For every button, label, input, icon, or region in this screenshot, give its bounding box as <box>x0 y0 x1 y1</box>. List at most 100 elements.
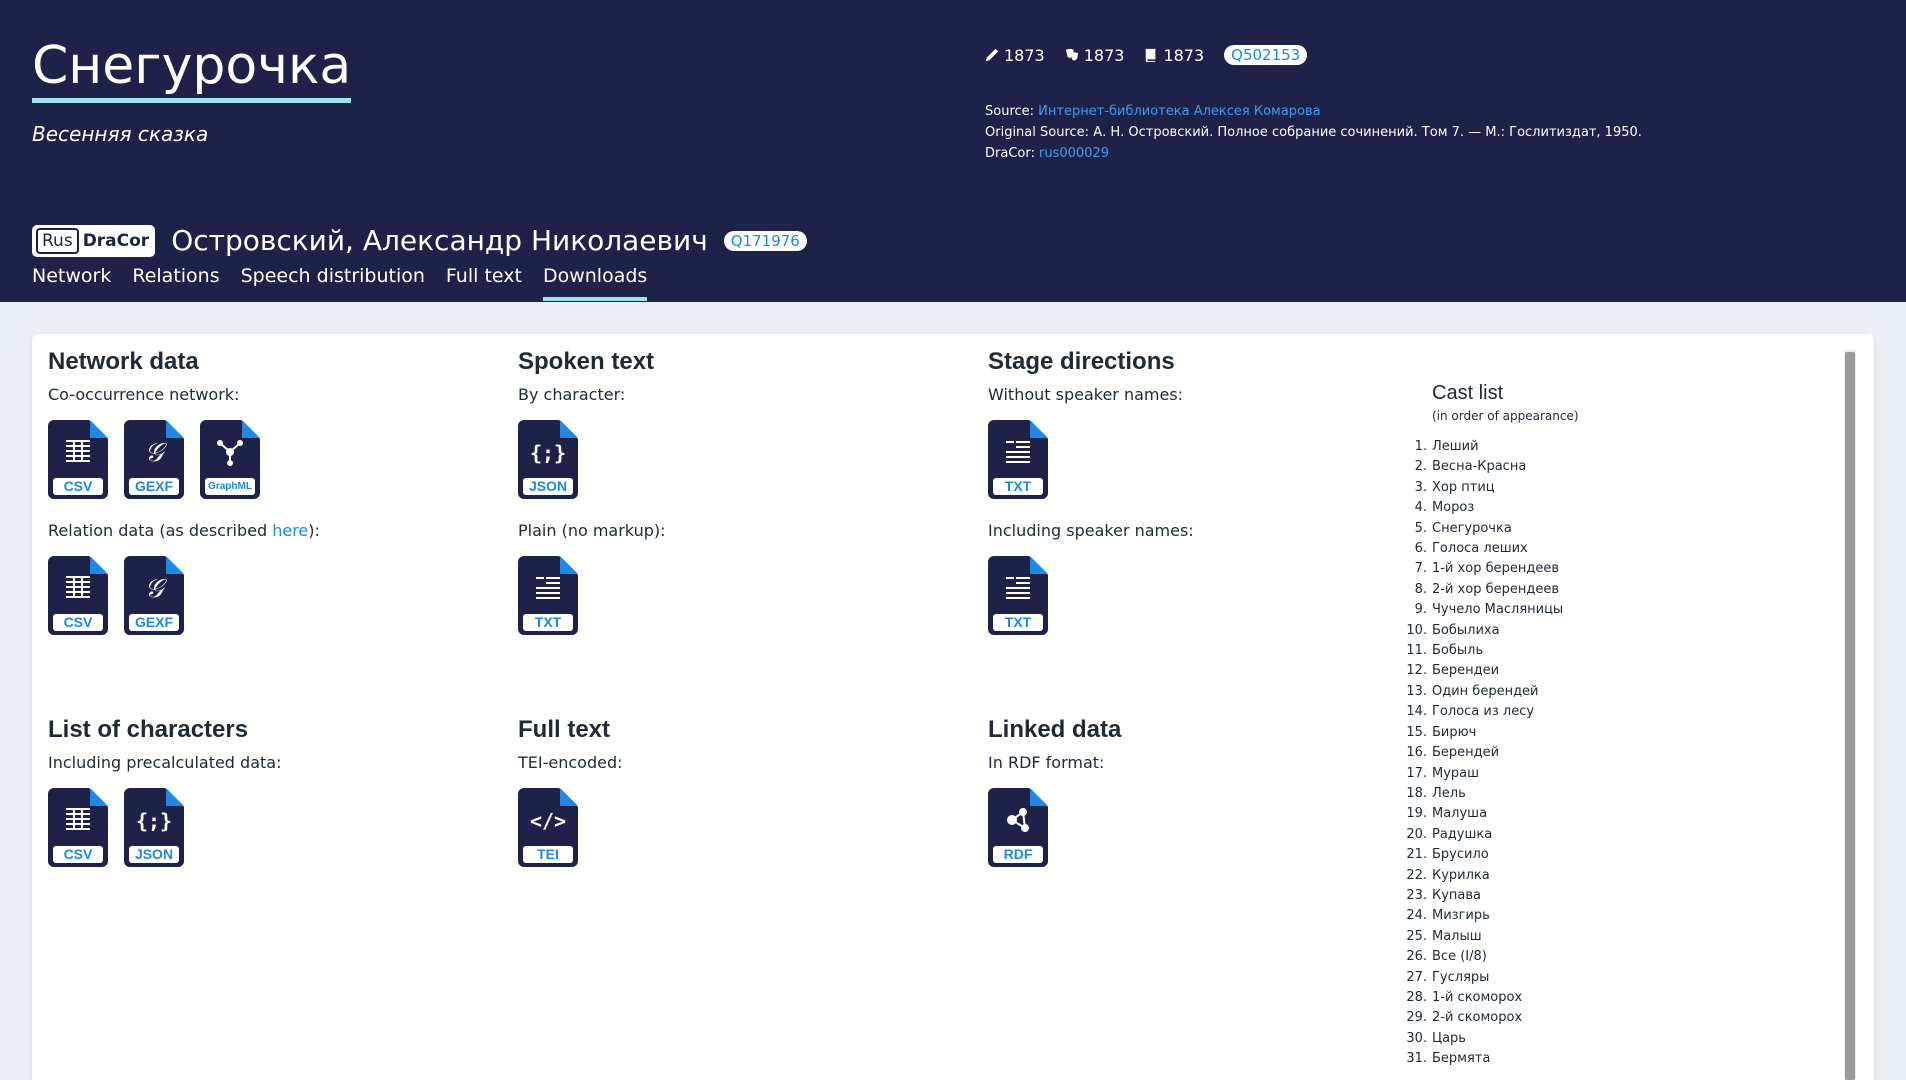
play-subtitle: Весенняя сказка <box>32 122 209 146</box>
graph-nodes-icon <box>200 438 260 475</box>
scrollbar-thumb[interactable] <box>1845 352 1855 1080</box>
cast-member: 17. Мураш <box>1406 765 1480 781</box>
relation-here-link[interactable]: here <box>272 521 308 540</box>
spreadsheet-icon <box>48 574 108 609</box>
author-wikidata-badge[interactable]: Q171976 <box>723 230 807 251</box>
characters-json-download[interactable]: {;} JSON <box>124 788 184 867</box>
cast-member: 21. Брусило <box>1406 847 1489 863</box>
cast-member: 24. Мизгирь <box>1406 908 1490 924</box>
written-year: 1873 <box>985 46 1045 65</box>
play-wikidata-badge[interactable]: Q502153 <box>1224 45 1308 65</box>
cooc-label: Co-occurrence network: <box>48 385 240 404</box>
cast-member: 10. Бобылиха <box>1406 622 1500 638</box>
gephi-icon: 𝒢 <box>144 438 164 468</box>
gephi-icon: 𝒢 <box>144 574 164 604</box>
section-heading: Full text <box>518 716 611 743</box>
text-file-icon <box>988 574 1048 609</box>
text-file-icon <box>988 438 1048 473</box>
cast-member: 8. 2-й хор берендеев <box>1414 581 1559 597</box>
cast-member: 4. Мороз <box>1414 500 1475 516</box>
section-heading: List of characters <box>48 716 249 743</box>
cast-member: 31. Бермята <box>1406 1051 1491 1067</box>
spreadsheet-icon <box>48 438 108 473</box>
cast-member: 2. Весна-Красна <box>1414 459 1527 475</box>
cast-subheading: (in order of appearance) <box>1432 409 1579 423</box>
spreadsheet-icon <box>48 806 108 841</box>
play-title[interactable]: Снегурочка <box>32 36 352 103</box>
tab-full-text[interactable]: Full text <box>446 265 522 301</box>
cast-member: 18. Лель <box>1406 785 1466 801</box>
cast-member: 14. Голоса из лесу <box>1406 704 1535 720</box>
section-heading: Network data <box>48 348 199 375</box>
relation-csv-download[interactable]: CSV <box>48 556 108 635</box>
plain-label: Plain (no markup): <box>518 521 666 540</box>
cast-member: 7. 1-й хор берендеев <box>1414 561 1559 577</box>
characters-section: List of characters Including precalculat… <box>48 716 281 889</box>
tab-speech-distribution[interactable]: Speech distribution <box>241 265 425 301</box>
stage-speakers-txt-download[interactable]: TXT <box>988 556 1048 635</box>
text-file-icon <box>518 574 578 609</box>
cast-member: 25. Малыш <box>1406 928 1482 944</box>
original-source: А. Н. Островский. Полное собрание сочине… <box>1093 125 1642 140</box>
cast-items: 1. Леший 2. Весна-Красна 3. Хор птиц 4. Мороз 5.… <box>1406 437 1579 1070</box>
full-text-section: Full text TEI-encoded: </> TEI <box>518 716 623 889</box>
source-info: Source: Интернет-библиотека Алексея Кома… <box>985 104 1642 161</box>
characters-csv-download[interactable]: CSV <box>48 788 108 867</box>
tab-network[interactable]: Network <box>32 265 111 301</box>
source-link[interactable]: Интернет-библиотека Алексея Комарова <box>1038 104 1320 119</box>
cast-member: 16. Берендей <box>1406 745 1500 761</box>
code-icon: </> <box>529 809 567 833</box>
cast-member: 13. Один берендей <box>1406 683 1539 699</box>
rdf-download[interactable]: RDF <box>988 788 1048 867</box>
corpus-author-row: Rus DraCor Островский, Александр Николаев… <box>32 224 807 257</box>
cast-member: 28. 1-й скоморох <box>1406 989 1523 1005</box>
network-data-section: Network data Co-occurrence network: CSV … <box>48 348 320 657</box>
cast-member: 6. Голоса леших <box>1414 541 1528 557</box>
cooc-graphml-download[interactable]: GraphML <box>200 420 260 499</box>
cast-member: 9. Чучело Масляницы <box>1414 602 1564 618</box>
play-dates: 1873 1873 1873 Q502153 <box>985 45 1308 65</box>
cast-member: 3. Хор птиц <box>1414 479 1495 495</box>
stage-directions-section: Stage directions Without speaker names: … <box>988 348 1194 657</box>
spoken-json-download[interactable]: {;} JSON <box>518 420 578 499</box>
cast-list: Cast list (in order of appearance) 1. Леш… <box>1406 382 1579 1070</box>
stage-txt-download[interactable]: TXT <box>988 420 1048 499</box>
author-name: Островский, Александр Николаевич <box>171 224 708 257</box>
book-icon <box>1146 48 1156 62</box>
json-braces-icon: {;} <box>529 441 567 465</box>
cast-member: 12. Берендеи <box>1406 663 1500 679</box>
cast-member: 20. Радушка <box>1406 826 1493 842</box>
play-tabs: Network Relations Speech distribution Fu… <box>32 265 648 301</box>
cast-member: 26. Все (I/8) <box>1406 949 1487 965</box>
relation-gexf-download[interactable]: 𝒢 GEXF <box>124 556 184 635</box>
cast-member: 30. Царь <box>1406 1030 1466 1046</box>
cast-member: 11. Бобыль <box>1406 643 1484 659</box>
json-braces-icon: {;} <box>135 809 173 833</box>
without-speakers-label: Without speaker names: <box>988 385 1184 404</box>
spoken-text-section: Spoken text By character: {;} JSON Plain… <box>518 348 666 657</box>
spoken-txt-download[interactable]: TXT <box>518 556 578 635</box>
dracor-id-link[interactable]: rus000029 <box>1039 146 1109 161</box>
precalculated-label: Including precalculated data: <box>48 753 282 772</box>
by-character-label: By character: <box>518 385 626 404</box>
cast-member: 29. 2-й скоморох <box>1406 1010 1523 1026</box>
section-heading: Stage directions <box>988 348 1175 375</box>
cast-member: 23. Купава <box>1406 887 1482 903</box>
tei-download[interactable]: </> TEI <box>518 788 578 867</box>
pen-icon <box>985 48 999 62</box>
tab-downloads[interactable]: Downloads <box>542 265 648 301</box>
cast-member: 1. Леший <box>1414 439 1479 454</box>
tab-relations[interactable]: Relations <box>132 265 219 301</box>
cast-member: 15. Бирюч <box>1406 724 1477 740</box>
cooc-gexf-download[interactable]: 𝒢 GEXF <box>124 420 184 499</box>
print-year: 1873 <box>1144 46 1204 65</box>
section-heading: Spoken text <box>518 348 655 375</box>
cast-member: 27. Гусляры <box>1406 969 1490 985</box>
play-header: Снегурочка Весенняя сказка 1873 1873 187… <box>0 0 1906 302</box>
including-speakers-label: Including speaker names: <box>988 521 1194 540</box>
section-heading: Linked data <box>988 716 1122 743</box>
corpus-logo[interactable]: Rus DraCor <box>32 224 156 257</box>
linked-data-section: Linked data In RDF format: RDF <box>988 716 1121 889</box>
cast-member: 19. Малуша <box>1406 806 1488 822</box>
cooc-csv-download[interactable]: CSV <box>48 420 108 499</box>
